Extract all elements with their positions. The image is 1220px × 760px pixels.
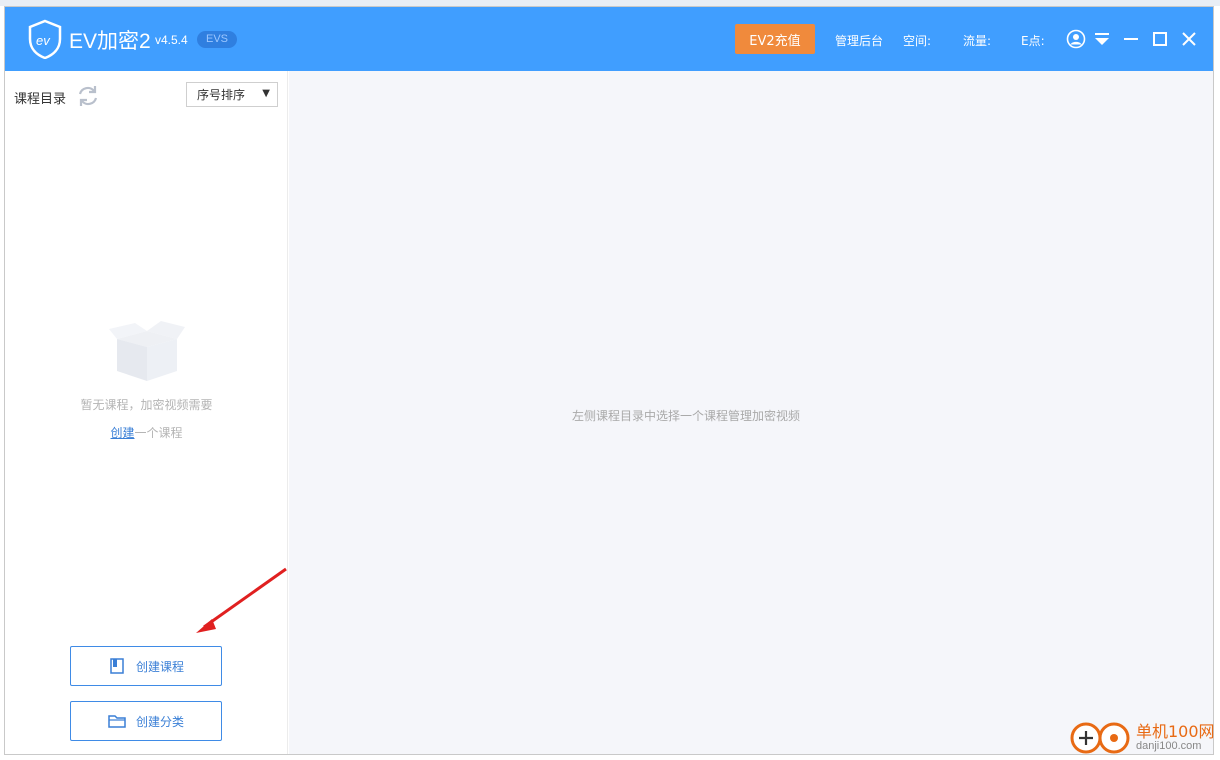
- close-icon[interactable]: [1179, 29, 1199, 49]
- app-logo-icon: ev: [28, 19, 62, 59]
- create-course-hint: 创建一个课程: [5, 424, 288, 441]
- empty-box-icon: [109, 321, 185, 381]
- main-empty-hint: 左侧课程目录中选择一个课程管理加密视频: [571, 409, 800, 423]
- space-label: 空间:: [903, 34, 932, 48]
- folder-icon: [108, 715, 126, 728]
- caret-down-icon: ▼: [262, 88, 270, 99]
- svg-text:ev: ev: [36, 33, 51, 48]
- traffic-label: 流量:: [963, 34, 992, 48]
- site-watermark: 单机100网 danji100.com: [1068, 718, 1218, 758]
- sort-selected-value: 序号排序: [197, 88, 246, 102]
- watermark-en: danji100.com: [1136, 740, 1202, 752]
- sort-dropdown[interactable]: 序号排序 ▼: [186, 82, 278, 107]
- book-icon: [110, 658, 124, 674]
- watermark-logo-icon: [1070, 722, 1130, 754]
- watermark-cn: 单机100网: [1136, 722, 1215, 741]
- create-category-label: 创建分类: [135, 714, 184, 729]
- course-catalog-label: 课程目录: [14, 92, 67, 107]
- user-account-icon[interactable]: [1066, 29, 1086, 49]
- title-bar[interactable]: ev EV加密2 v4.5.4 EVS EV2充值 管理后台 空间: 流量: E…: [5, 7, 1213, 71]
- recharge-button[interactable]: EV2充值: [735, 24, 815, 54]
- annotation-arrow: [196, 567, 287, 633]
- create-course-link[interactable]: 创建: [110, 426, 134, 440]
- create-category-button[interactable]: 创建分类: [70, 701, 222, 741]
- admin-link[interactable]: 管理后台: [835, 32, 883, 49]
- dropdown-menu-icon[interactable]: [1092, 29, 1112, 49]
- maximize-icon[interactable]: [1150, 29, 1170, 49]
- create-course-hint-suffix: 一个课程: [134, 426, 183, 440]
- app-title: EV加密2: [69, 30, 151, 53]
- create-course-label: 创建课程: [135, 659, 184, 674]
- refresh-icon[interactable]: [75, 83, 101, 109]
- app-version: v4.5.4: [155, 33, 188, 47]
- create-course-button[interactable]: 创建课程: [70, 646, 222, 686]
- edition-badge: EVS: [197, 31, 238, 48]
- epoints-label: E点:: [1021, 34, 1045, 48]
- main-panel: 左侧课程目录中选择一个课程管理加密视频: [289, 71, 1213, 754]
- app-window: ev EV加密2 v4.5.4 EVS EV2充值 管理后台 空间: 流量: E…: [4, 6, 1214, 755]
- minimize-icon[interactable]: [1121, 29, 1141, 49]
